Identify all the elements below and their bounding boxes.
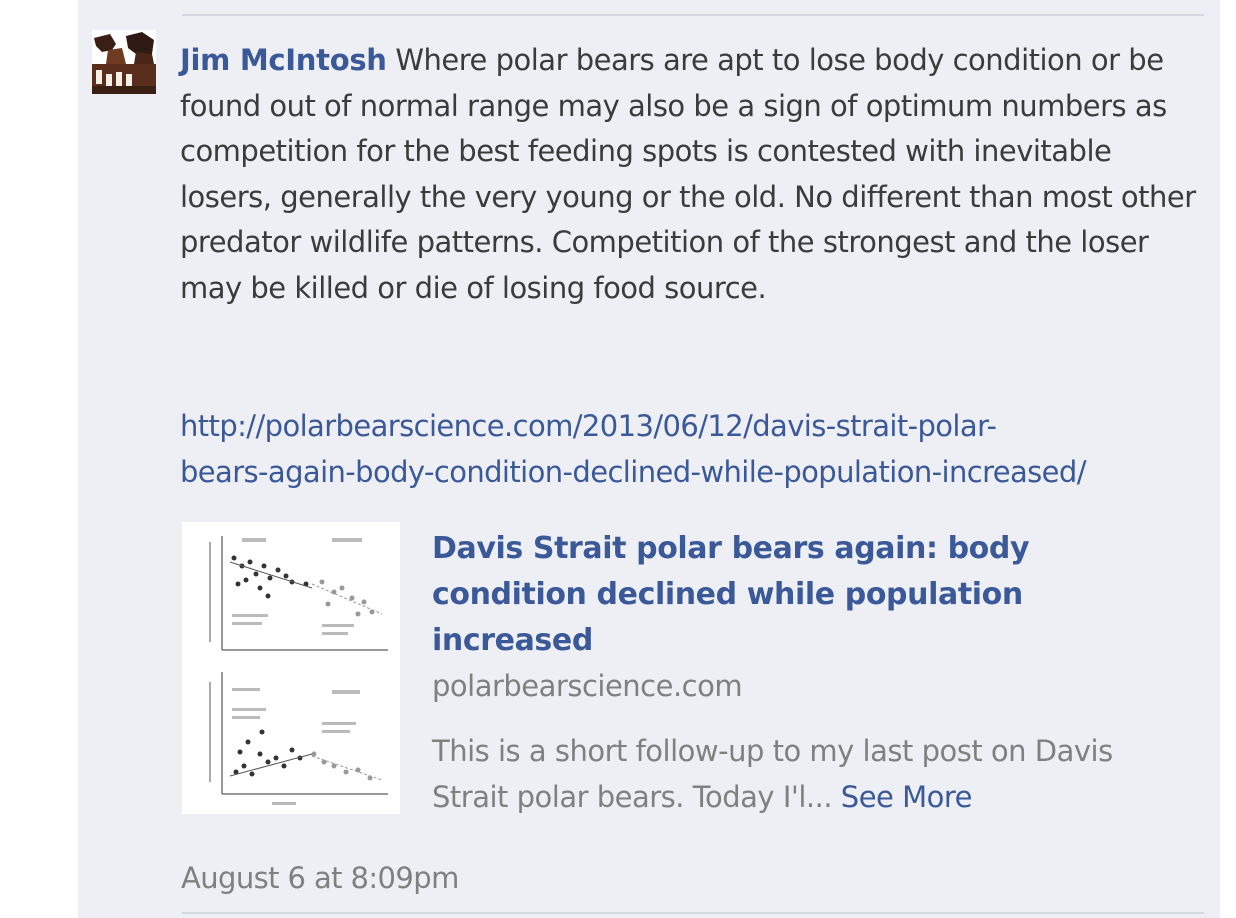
link-preview-title-line[interactable]: increased [432,618,1132,664]
comment-text: Where polar bears are apt to lose body c… [180,43,1196,305]
comment-timestamp[interactable]: August 6 at 8:09pm [181,858,459,898]
link-preview-title-line[interactable]: Davis Strait polar bears again: body [432,526,1132,572]
comment-author-link[interactable]: Jim McIntosh [180,43,387,77]
comment-url-line[interactable]: bears-again-body-condition-declined-whil… [180,449,1220,495]
comment-divider-top [182,14,1204,16]
link-preview-title-line[interactable]: condition declined while population [432,572,1132,618]
link-preview-domain: polarbearscience.com [432,669,743,703]
link-preview-desc-line: This is a short follow-up to my last pos… [432,734,1113,768]
link-preview-title[interactable]: Davis Strait polar bears again: body con… [432,526,1132,664]
scatter-chart-thumbnail [182,522,400,814]
link-preview-desc-text: Strait polar bears. Today I'l... [432,780,833,814]
comment-divider-bottom [182,912,1204,914]
link-preview-description: This is a short follow-up to my last pos… [432,728,1222,820]
link-preview-desc-line: Strait polar bears. Today I'l... See Mor… [432,774,1222,820]
user-avatar-icon [92,30,156,94]
see-more-link[interactable]: See More [841,780,973,814]
comment-url-line[interactable]: http://polarbearscience.com/2013/06/12/d… [180,403,1220,449]
comment-body: Jim McIntosh Where polar bears are apt t… [180,38,1210,311]
author-avatar[interactable] [92,30,156,94]
comment-url-link[interactable]: http://polarbearscience.com/2013/06/12/d… [180,403,1220,495]
link-preview-thumbnail[interactable] [182,522,400,814]
